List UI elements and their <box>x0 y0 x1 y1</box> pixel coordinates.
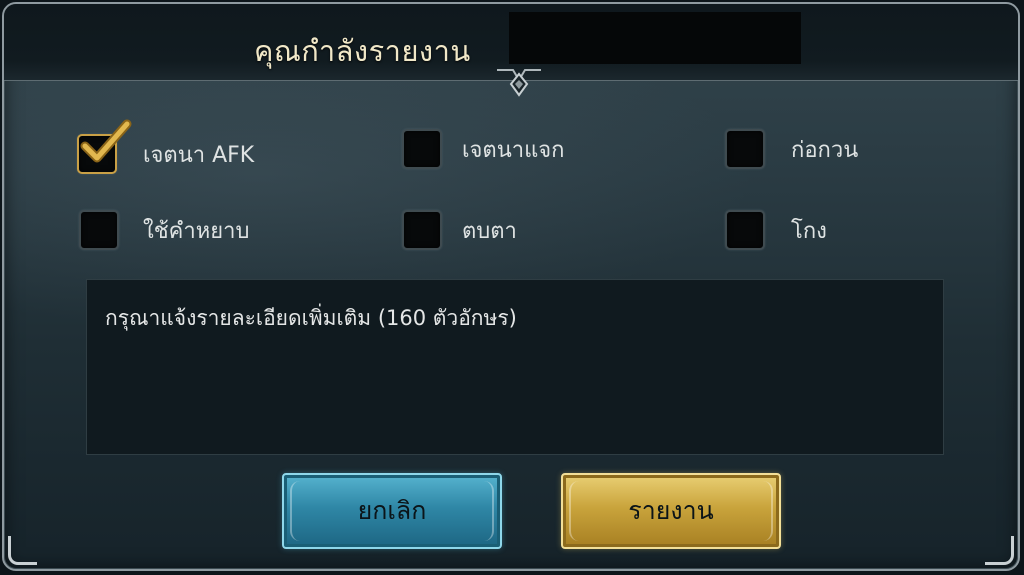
reason-harassment[interactable]: ก่อกวน <box>725 129 858 169</box>
reason-deception[interactable]: ตบตา <box>402 210 517 250</box>
reason-verbal-abuse-label: ใช้คำหยาบ <box>143 218 250 244</box>
header-divider-ornament <box>497 69 541 97</box>
reason-afk[interactable]: เจตนา AFK <box>77 119 255 174</box>
reason-afk-checkbox[interactable] <box>77 119 132 174</box>
reason-harassment-label: ก่อกวน <box>791 137 859 163</box>
reason-harassment-checkbox[interactable] <box>725 129 765 169</box>
cancel-button[interactable]: ยกเลิก <box>282 473 502 549</box>
reason-afk-label: เจตนา AFK <box>143 142 255 168</box>
redacted-player-name <box>509 12 801 64</box>
details-input-area <box>86 279 944 455</box>
reason-verbal-abuse[interactable]: ใช้คำหยาบ <box>79 210 249 250</box>
reason-cheating-label: โกง <box>791 218 827 244</box>
button-edge-ornament <box>569 481 585 541</box>
button-edge-ornament <box>478 481 494 541</box>
report-dialog: คุณกำลังรายงาน เจตนา AFK เจตนาแจก ก่อกวน… <box>2 2 1020 571</box>
frame-corner-ornament <box>8 536 37 565</box>
dialog-title: คุณกำลังรายงาน <box>254 34 471 68</box>
reason-deception-label: ตบตา <box>462 218 517 244</box>
checkmark-icon <box>80 119 132 163</box>
reason-feeding-label: เจตนาแจก <box>462 137 565 163</box>
report-button-label: รายงาน <box>628 496 714 525</box>
cancel-button-label: ยกเลิก <box>357 496 427 525</box>
button-edge-ornament <box>290 481 306 541</box>
reason-verbal-abuse-checkbox[interactable] <box>79 210 119 250</box>
reason-feeding-checkbox[interactable] <box>402 129 442 169</box>
reason-deception-checkbox[interactable] <box>402 210 442 250</box>
reason-feeding[interactable]: เจตนาแจก <box>402 129 564 169</box>
reason-cheating[interactable]: โกง <box>725 210 827 250</box>
frame-corner-ornament <box>985 536 1014 565</box>
button-edge-ornament <box>757 481 773 541</box>
report-button[interactable]: รายงาน <box>561 473 781 549</box>
details-textarea[interactable] <box>105 302 925 432</box>
reason-cheating-checkbox[interactable] <box>725 210 765 250</box>
